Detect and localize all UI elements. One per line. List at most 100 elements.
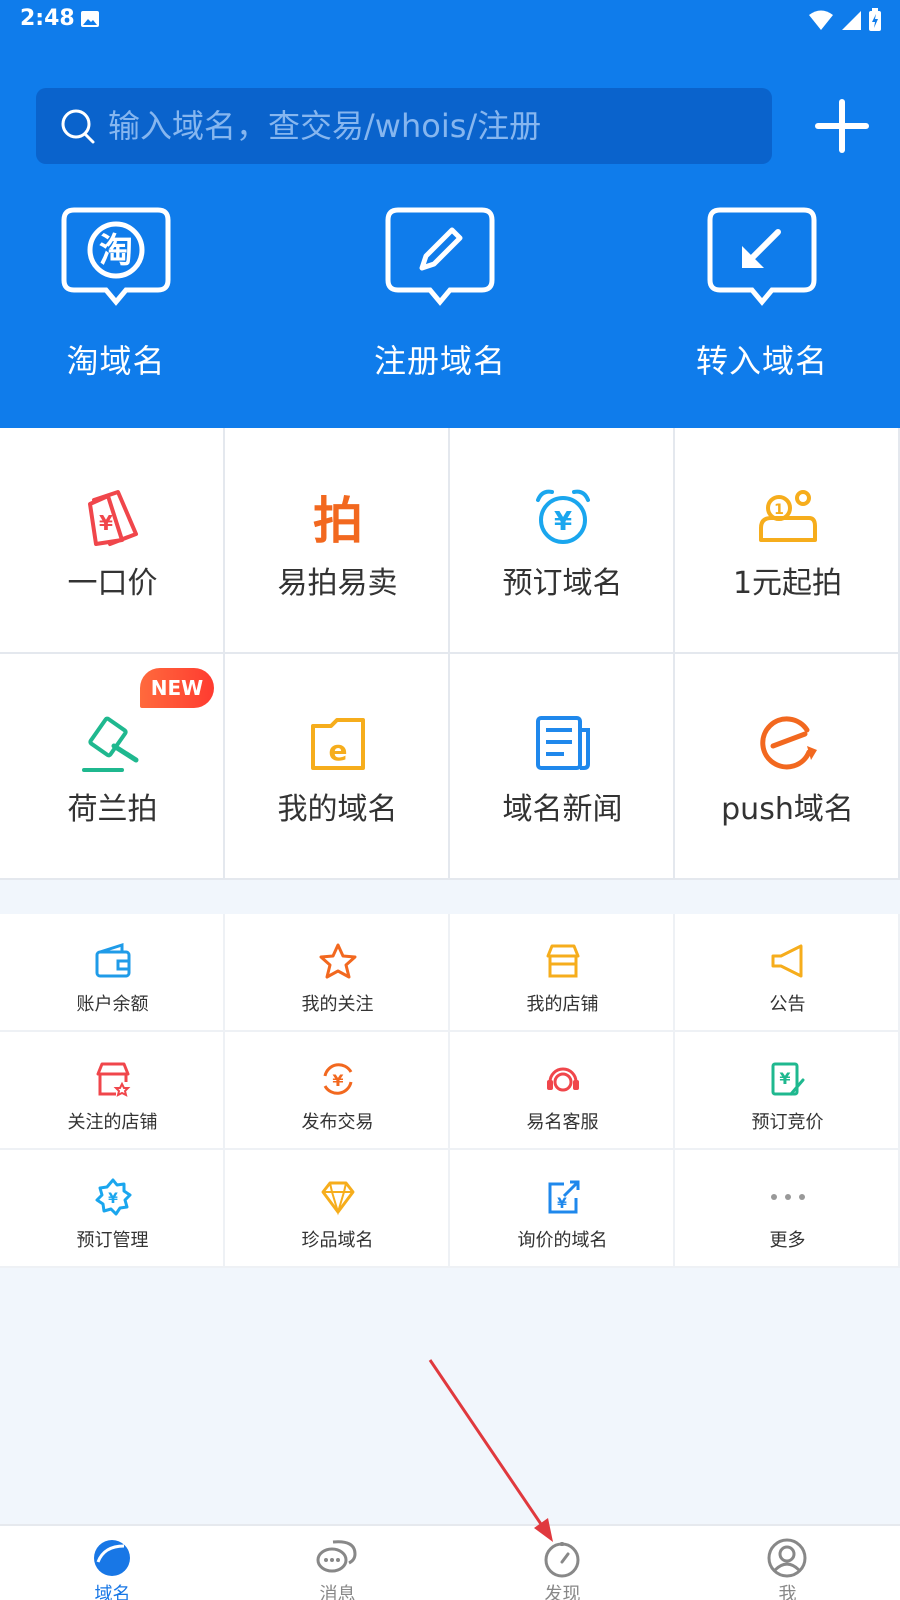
arrow-in-chat-icon (707, 207, 817, 306)
yuan-cycle-icon: ¥ (323, 1063, 353, 1095)
nav-tab-label: 我 (778, 1584, 797, 1600)
grid-item-easy-auction[interactable]: 拍 易拍易卖 (225, 428, 450, 654)
grid-item-domain-news[interactable]: 域名新闻 (450, 654, 675, 880)
grid-item-label: 域名新闻 (502, 792, 623, 827)
quick-action-register-domain[interactable]: 注册域名 (350, 206, 530, 382)
status-bar: 2:48 (0, 0, 900, 40)
svg-text:¥: ¥ (108, 1191, 118, 1207)
nav-tab-domain[interactable]: 域名 (0, 1526, 225, 1600)
grid-item-announcement[interactable]: 公告 (675, 914, 900, 1032)
search-input[interactable] (108, 98, 748, 154)
svg-text:e: e (329, 734, 348, 767)
grid-item-label: 询价的域名 (517, 1230, 608, 1251)
user-icon (767, 1538, 807, 1578)
coin-hand-icon: 1 (759, 490, 817, 542)
grid-item-reserve-bidding[interactable]: ¥ 预订竞价 (675, 1032, 900, 1150)
grid-item-label: 账户余额 (76, 994, 149, 1015)
auction-hammer-icon (82, 716, 139, 772)
grid-item-label: 我的域名 (277, 792, 398, 827)
more-dots-icon (771, 1194, 805, 1200)
nav-tab-label: 消息 (319, 1584, 356, 1600)
diamond-icon (321, 1181, 355, 1216)
grid-item-label: 我的关注 (301, 994, 374, 1015)
grid-item-followed-stores[interactable]: 关注的店铺 (0, 1032, 225, 1150)
signal-icon (842, 11, 861, 30)
image-icon (81, 11, 99, 27)
yuan-gear-icon: ¥ (95, 1178, 132, 1216)
pai-char-icon: 拍 (313, 492, 363, 548)
globe-icon (94, 1540, 130, 1576)
grid-item-one-yuan-auction[interactable]: 1 1元起拍 (675, 428, 900, 654)
grid-item-label: 发布交易 (301, 1112, 374, 1133)
tao-chat-icon: 淘 (61, 207, 171, 306)
grid-item-label: 更多 (769, 1230, 806, 1251)
megaphone-icon (771, 944, 803, 978)
chat-bubbles-icon (316, 1540, 357, 1573)
grid-item-more[interactable]: 更多 (675, 1150, 900, 1268)
search-icon (61, 109, 95, 144)
quick-action-label: 转入域名 (695, 342, 828, 380)
grid-item-label: 预订管理 (76, 1230, 149, 1251)
grid-item-premium-domains[interactable]: 珍品域名 (225, 1150, 450, 1268)
quick-action-label: 注册域名 (373, 342, 506, 380)
wifi-icon (809, 10, 833, 30)
grid-item-label: 我的店铺 (526, 994, 599, 1015)
nav-tab-messages[interactable]: 消息 (225, 1526, 450, 1600)
yuan-edit-icon: ¥ (771, 1062, 805, 1096)
grid-item-my-store[interactable]: 我的店铺 (450, 914, 675, 1032)
nav-tab-label: 域名 (94, 1584, 131, 1600)
header: 2:48 淘 淘域名 注册域名 (0, 0, 900, 428)
grid-item-label: 公告 (769, 994, 806, 1015)
grid-item-label: 一口价 (67, 566, 158, 601)
headset-icon (547, 1067, 579, 1092)
svg-text:¥: ¥ (554, 507, 572, 537)
add-icon[interactable] (814, 98, 870, 154)
battery-icon (869, 8, 881, 31)
grid-item-push-domain[interactable]: push域名 (675, 654, 900, 880)
compass-icon (544, 1542, 580, 1578)
secondary-feature-grid: 账户余额 我的关注 我的店铺 公告 关注的店铺 ¥ 发布交易 易名客服 ¥ 预订… (0, 914, 900, 1268)
grid-item-account-balance[interactable]: 账户余额 (0, 914, 225, 1032)
grid-item-label: 1元起拍 (732, 566, 843, 601)
svg-text:¥: ¥ (779, 1069, 790, 1088)
grid-item-fixed-price[interactable]: ¥ 一口价 (0, 428, 225, 654)
bottom-nav: 域名 消息 发现 我 (0, 1524, 900, 1600)
price-tag-icon: ¥ (88, 490, 138, 546)
nav-tab-me[interactable]: 我 (675, 1526, 900, 1600)
grid-item-label: 珍品域名 (301, 1230, 374, 1251)
grid-item-label: 预订竞价 (751, 1112, 824, 1133)
grid-item-label: push域名 (721, 792, 854, 827)
quick-action-tao-domain[interactable]: 淘 淘域名 (26, 206, 206, 382)
svg-text:淘: 淘 (99, 231, 133, 271)
search-bar[interactable] (36, 88, 772, 164)
push-icon (760, 716, 817, 770)
grid-item-inquired-domains[interactable]: ¥ 询价的域名 (450, 1150, 675, 1268)
grid-item-label: 易拍易卖 (277, 566, 398, 601)
grid-item-label: 荷兰拍 (67, 792, 158, 827)
grid-item-label: 易名客服 (526, 1112, 599, 1133)
grid-item-reserve-domain[interactable]: ¥ 预订域名 (450, 428, 675, 654)
nav-tab-label: 发现 (544, 1584, 581, 1600)
status-time: 2:48 (20, 6, 75, 31)
wallet-icon (95, 942, 131, 978)
alarm-clock-icon: ¥ (536, 489, 590, 544)
svg-text:¥: ¥ (332, 1071, 343, 1090)
svg-text:¥: ¥ (557, 1196, 567, 1212)
grid-item-customer-service[interactable]: 易名客服 (450, 1032, 675, 1150)
quick-action-transfer-domain[interactable]: 转入域名 (672, 206, 852, 382)
e-folder-icon: e (311, 718, 365, 770)
nav-tab-discover[interactable]: 发现 (450, 1526, 675, 1600)
grid-item-publish-trade[interactable]: ¥ 发布交易 (225, 1032, 450, 1150)
star-icon (319, 943, 357, 979)
grid-item-my-domains[interactable]: e 我的域名 (225, 654, 450, 880)
main-feature-grid: ¥ 一口价 拍 易拍易卖 ¥ 预订域名 1 1元起拍 荷兰拍 e 我的域名 域名… (0, 428, 900, 880)
grid-item-my-follows[interactable]: 我的关注 (225, 914, 450, 1032)
grid-item-label: 关注的店铺 (67, 1112, 158, 1133)
status-icons (808, 8, 882, 32)
store-icon (546, 944, 580, 978)
svg-text:¥: ¥ (99, 511, 113, 535)
svg-text:1: 1 (774, 502, 784, 518)
grid-item-reserve-management[interactable]: ¥ 预订管理 (0, 1150, 225, 1268)
new-badge: NEW (140, 668, 214, 708)
store-star-icon (96, 1062, 131, 1097)
